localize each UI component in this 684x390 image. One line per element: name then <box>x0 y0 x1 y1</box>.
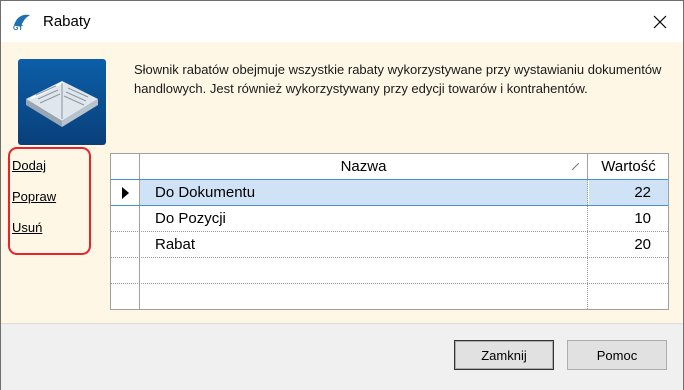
row-name-cell: Do Pozycji <box>140 206 588 231</box>
sort-icon <box>572 163 579 170</box>
row-value-cell: 10 <box>634 210 651 227</box>
row-indicator <box>111 232 140 257</box>
close-button[interactable]: Zamknij <box>454 340 554 370</box>
row-name-cell <box>140 284 588 309</box>
table-row[interactable]: Do Dokumentu 22 <box>111 179 668 206</box>
empty-row <box>111 258 668 284</box>
row-indicator <box>111 284 140 309</box>
close-icon <box>653 15 667 28</box>
row-indicator <box>111 206 140 231</box>
row-value-cell <box>589 284 668 309</box>
indicator-header <box>111 154 140 179</box>
row-name-cell: Rabat <box>140 232 588 257</box>
close-window-button[interactable] <box>637 1 683 42</box>
title-bar: GT Rabaty <box>1 1 683 42</box>
row-indicator <box>111 180 140 205</box>
app-icon: GT <box>13 14 30 31</box>
help-button[interactable]: Pomoc <box>567 340 667 370</box>
dictionary-book-icon <box>18 59 106 145</box>
window-title: Rabaty <box>43 13 91 30</box>
column-header-value[interactable]: Wartość <box>589 154 668 179</box>
current-row-arrow-icon <box>121 186 129 199</box>
edit-link[interactable]: Popraw <box>12 189 56 204</box>
dictionary-description: Słownik rabatów obejmuje wszystkie rabat… <box>134 62 662 96</box>
add-link[interactable]: Dodaj <box>12 158 46 173</box>
row-name-cell: Do Dokumentu <box>140 180 588 205</box>
grid-header: Nazwa Wartość <box>111 154 668 180</box>
empty-row <box>111 284 668 309</box>
column-header-name[interactable]: Nazwa <box>140 154 588 179</box>
table-row[interactable]: Do Pozycji 10 <box>111 206 668 232</box>
svg-text:GT: GT <box>13 25 23 31</box>
row-value-cell: 20 <box>634 236 651 253</box>
delete-link[interactable]: Usuń <box>12 220 42 235</box>
discounts-grid[interactable]: Nazwa Wartość Do Dokumentu 22 Do Pozycji… <box>110 153 669 310</box>
column-header-name-label: Nazwa <box>340 158 387 175</box>
table-row[interactable]: Rabat 20 <box>111 232 668 258</box>
row-name-cell <box>140 258 588 283</box>
row-value-cell: 22 <box>589 180 668 205</box>
rabaty-dialog: GT Rabaty Słownik rabatów obejmuje wszys… <box>0 0 684 390</box>
row-indicator <box>111 258 140 283</box>
row-value-cell <box>589 258 668 283</box>
